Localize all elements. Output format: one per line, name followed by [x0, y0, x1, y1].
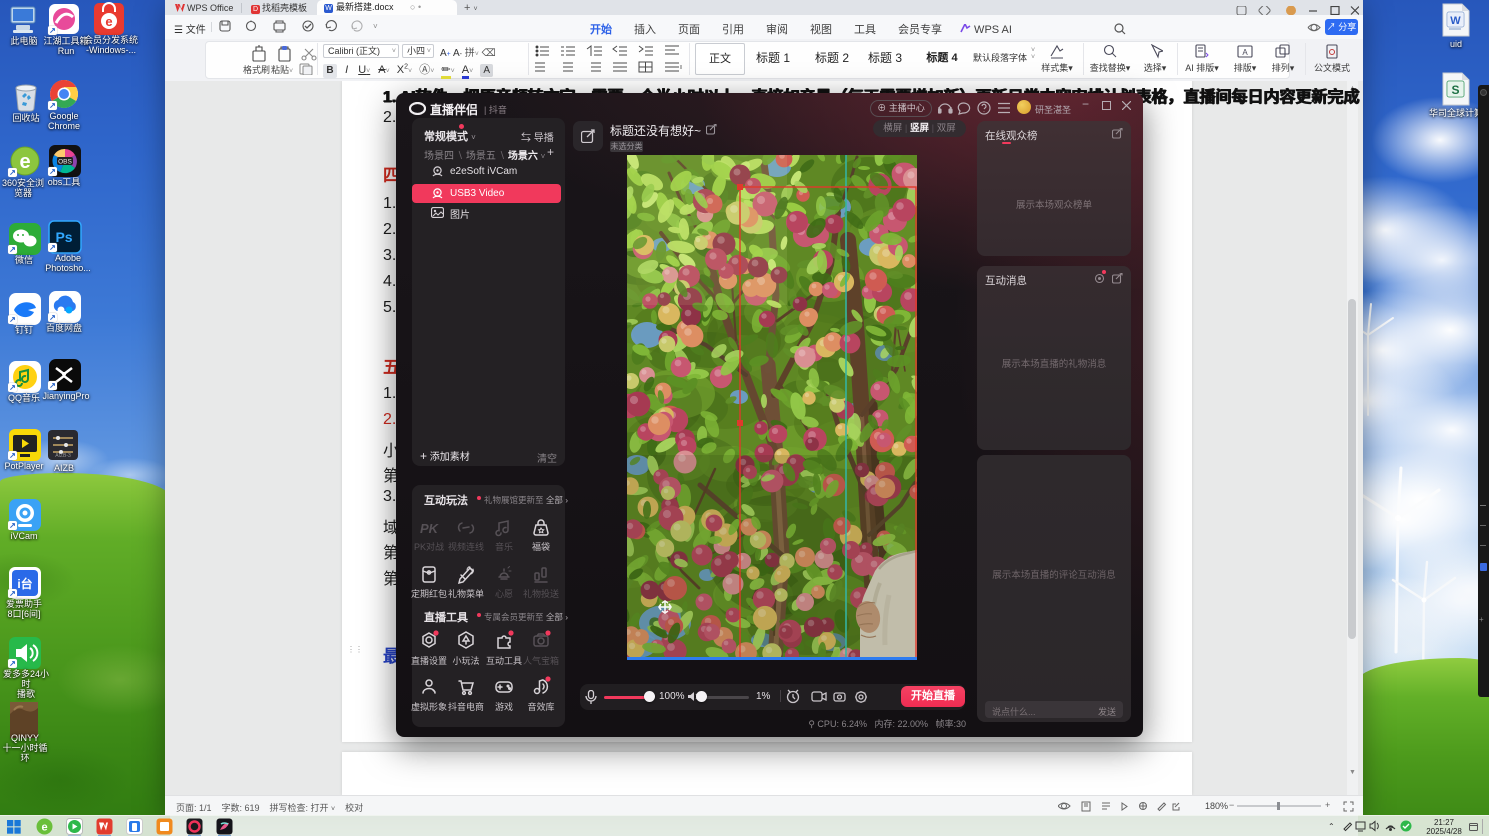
svg-text:Ps: Ps [55, 229, 72, 245]
svg-text:W: W [1450, 15, 1461, 27]
svg-text:PK: PK [420, 521, 440, 536]
svg-text:A: A [1242, 48, 1248, 57]
svg-text:S: S [1451, 83, 1459, 97]
svg-text:e: e [105, 14, 112, 29]
svg-text:i台: i台 [17, 576, 32, 591]
svg-text:OBS: OBS [58, 159, 72, 166]
svg-text:e: e [19, 151, 30, 173]
svg-text:AIZB-3: AIZB-3 [55, 453, 71, 459]
svg-text:e: e [41, 822, 47, 834]
